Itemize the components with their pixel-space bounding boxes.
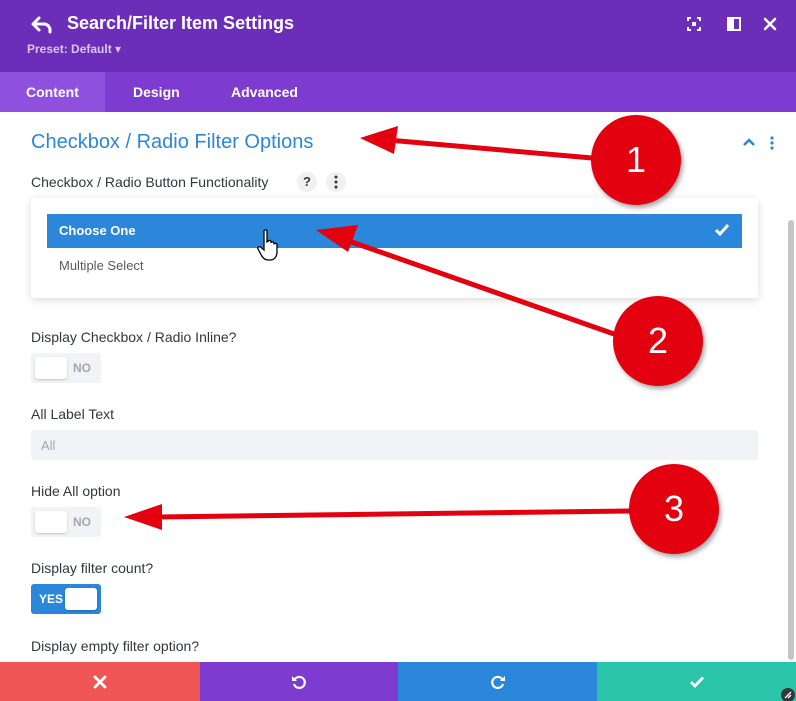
- close-icon: [93, 675, 107, 688]
- preset-selector[interactable]: Preset: Default ▾: [27, 42, 121, 56]
- toggle-knob: [35, 357, 67, 379]
- annotation-badge-3: 3: [629, 464, 719, 554]
- help-icon[interactable]: ?: [297, 172, 317, 192]
- section-title[interactable]: Checkbox / Radio Filter Options: [31, 131, 313, 154]
- close-icon[interactable]: [762, 16, 778, 32]
- functionality-dropdown: Choose One Multiple Select: [31, 198, 758, 298]
- tab-content[interactable]: Content: [0, 72, 105, 112]
- toggle-knob: [65, 588, 97, 610]
- toggle-state: YES: [39, 592, 64, 606]
- redo-icon: [490, 675, 505, 689]
- inline-label: Display Checkbox / Radio Inline?: [31, 329, 237, 345]
- toggle-state: NO: [73, 361, 91, 375]
- modal-title: Search/Filter Item Settings: [67, 13, 295, 33]
- filter-count-label: Display filter count?: [31, 560, 154, 576]
- all-label-text-input[interactable]: [31, 430, 758, 460]
- redo-button[interactable]: [398, 662, 597, 701]
- hide-all-toggle[interactable]: NO: [31, 507, 101, 537]
- option-multiple-select[interactable]: Multiple Select: [59, 258, 144, 273]
- checkmark-icon: [714, 224, 730, 237]
- settings-tabs: Content Design Advanced: [0, 72, 796, 112]
- tab-design[interactable]: Design: [107, 72, 206, 112]
- hand-cursor-icon: [257, 229, 278, 261]
- settings-content: Checkbox / Radio Filter Options Checkbox…: [0, 112, 796, 662]
- toggle-state: NO: [73, 515, 91, 529]
- inline-toggle[interactable]: NO: [31, 353, 101, 383]
- tab-advanced[interactable]: Advanced: [205, 72, 324, 112]
- hide-all-label: Hide All option: [31, 483, 121, 499]
- scrollbar[interactable]: [788, 220, 794, 660]
- toggle-knob: [35, 511, 67, 533]
- undo-icon: [292, 675, 306, 689]
- resize-handle-icon[interactable]: [779, 686, 795, 701]
- checkmark-icon: [689, 676, 704, 688]
- field-options-icon[interactable]: [326, 172, 346, 192]
- annotation-badge-2: 2: [613, 296, 703, 386]
- functionality-label: Checkbox / Radio Button Functionality: [31, 174, 269, 190]
- fullscreen-icon[interactable]: [686, 16, 702, 32]
- sidebar-layout-icon[interactable]: [726, 16, 742, 32]
- empty-option-label: Display empty filter option?: [31, 638, 200, 654]
- annotation-badge-1: 1: [591, 115, 681, 205]
- undo-button[interactable]: [200, 662, 398, 701]
- all-label-text-label: All Label Text: [31, 406, 115, 422]
- cancel-button[interactable]: [0, 662, 200, 701]
- option-choose-one[interactable]: Choose One: [47, 214, 742, 248]
- back-arrow-icon[interactable]: [30, 13, 54, 37]
- modal-header: Search/Filter Item Settings Preset: Defa…: [0, 0, 796, 72]
- option-label: Choose One: [59, 223, 136, 238]
- save-button[interactable]: [597, 662, 796, 701]
- modal-footer: [0, 662, 796, 701]
- section-options-icon[interactable]: [769, 136, 775, 150]
- filter-count-toggle[interactable]: YES: [31, 584, 101, 614]
- chevron-up-icon[interactable]: [742, 137, 756, 147]
